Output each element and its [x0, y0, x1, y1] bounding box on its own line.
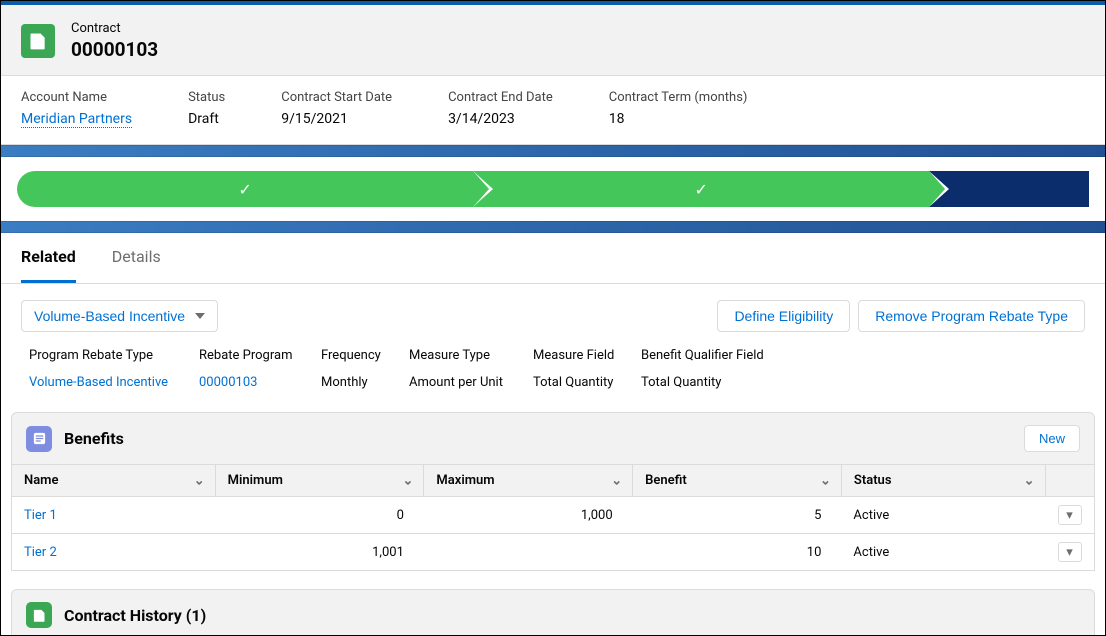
contract-icon: [21, 24, 55, 58]
end-date-label: Contract End Date: [448, 90, 553, 105]
sort-icon[interactable]: ⌄: [820, 473, 831, 488]
tier-status: Active: [841, 497, 1045, 534]
benefit-qualifier-label: Benefit Qualifier Field: [641, 348, 801, 365]
path-stage-3[interactable]: [929, 171, 1089, 207]
status-value: Draft: [188, 111, 225, 127]
sort-icon[interactable]: ⌄: [611, 473, 622, 488]
tab-details[interactable]: Details: [112, 233, 161, 283]
new-benefit-button[interactable]: New: [1024, 425, 1080, 452]
incentive-dropdown-label: Volume-Based Incentive: [34, 308, 185, 324]
col-status: Status: [854, 473, 892, 488]
record-type: Contract: [71, 21, 158, 36]
start-date-label: Contract Start Date: [281, 90, 392, 105]
row-menu-button[interactable]: ▾: [1058, 505, 1082, 525]
actions-row: Volume-Based Incentive Define Eligibilit…: [1, 284, 1105, 344]
col-name: Name: [24, 473, 58, 488]
benefits-section: Benefits New Name ⌄ Minimum ⌄ Maximum: [11, 412, 1095, 571]
frequency-value: Monthly: [321, 375, 409, 390]
contract-history-section: Contract History (1): [11, 589, 1095, 636]
tier-max: 1,000: [424, 497, 633, 534]
path-container: ✓ ✓: [1, 157, 1105, 221]
tier-name-link[interactable]: Tier 1: [12, 497, 216, 534]
sort-icon[interactable]: ⌄: [1024, 473, 1035, 488]
frequency-label: Frequency: [321, 348, 409, 365]
program-rebate-type-label: Program Rebate Type: [29, 348, 199, 365]
contract-history-icon: [26, 602, 52, 628]
sort-icon[interactable]: ⌄: [194, 473, 205, 488]
incentive-dropdown[interactable]: Volume-Based Incentive: [21, 300, 218, 332]
tier-name-link[interactable]: Tier 2: [12, 534, 216, 571]
table-row: Tier 2 1,001 10 Active ▾: [12, 534, 1095, 571]
start-date-value: 9/15/2021: [281, 111, 392, 127]
benefits-title: Benefits: [64, 429, 124, 448]
chevron-down-icon: [195, 313, 205, 319]
separator-stripe: [1, 145, 1105, 157]
measure-type-value: Amount per Unit: [409, 375, 533, 390]
remove-rebate-button[interactable]: Remove Program Rebate Type: [858, 300, 1085, 332]
highlights-panel: Account Name Meridian Partners Status Dr…: [1, 76, 1105, 145]
path-stage-1[interactable]: ✓: [17, 171, 473, 207]
rebate-program-link[interactable]: 00000103: [199, 375, 321, 390]
measure-field-value: Total Quantity: [533, 375, 641, 390]
record-number: 00000103: [71, 38, 158, 61]
account-name-label: Account Name: [21, 90, 132, 105]
tier-max: [424, 534, 633, 571]
row-menu-button[interactable]: ▾: [1058, 542, 1082, 562]
term-value: 18: [609, 111, 748, 127]
path-stage-2[interactable]: ✓: [473, 171, 929, 207]
record-header: Contract 00000103: [1, 5, 1105, 76]
sort-icon[interactable]: ⌄: [403, 473, 414, 488]
check-icon: ✓: [238, 180, 251, 199]
tier-benefit: 5: [633, 497, 842, 534]
benefits-table: Name ⌄ Minimum ⌄ Maximum ⌄ Benefit ⌄: [11, 465, 1095, 571]
rebate-detail-grid: Program Rebate Type Rebate Program Frequ…: [1, 344, 1105, 394]
account-name-link[interactable]: Meridian Partners: [21, 111, 132, 128]
col-minimum: Minimum: [228, 473, 283, 488]
check-icon: ✓: [695, 180, 708, 199]
col-benefit: Benefit: [645, 473, 687, 488]
contract-history-title: Contract History (1): [64, 606, 206, 625]
tab-row: Related Details: [1, 233, 1105, 284]
benefit-qualifier-value: Total Quantity: [641, 375, 801, 390]
tab-related[interactable]: Related: [21, 233, 76, 283]
separator-stripe: [1, 221, 1105, 233]
end-date-value: 3/14/2023: [448, 111, 553, 127]
rebate-program-label: Rebate Program: [199, 348, 321, 365]
define-eligibility-button[interactable]: Define Eligibility: [717, 300, 850, 332]
col-maximum: Maximum: [436, 473, 494, 488]
contract-history-header: Contract History (1): [11, 589, 1095, 636]
measure-field-label: Measure Field: [533, 348, 641, 365]
status-label: Status: [188, 90, 225, 105]
benefits-header: Benefits New: [11, 412, 1095, 465]
term-label: Contract Term (months): [609, 90, 748, 105]
tier-min: 1,001: [215, 534, 424, 571]
measure-type-label: Measure Type: [409, 348, 533, 365]
tier-benefit: 10: [633, 534, 842, 571]
program-rebate-type-link[interactable]: Volume-Based Incentive: [29, 375, 199, 390]
tier-status: Active: [841, 534, 1045, 571]
tier-min: 0: [215, 497, 424, 534]
table-row: Tier 1 0 1,000 5 Active ▾: [12, 497, 1095, 534]
benefits-icon: [26, 426, 52, 452]
